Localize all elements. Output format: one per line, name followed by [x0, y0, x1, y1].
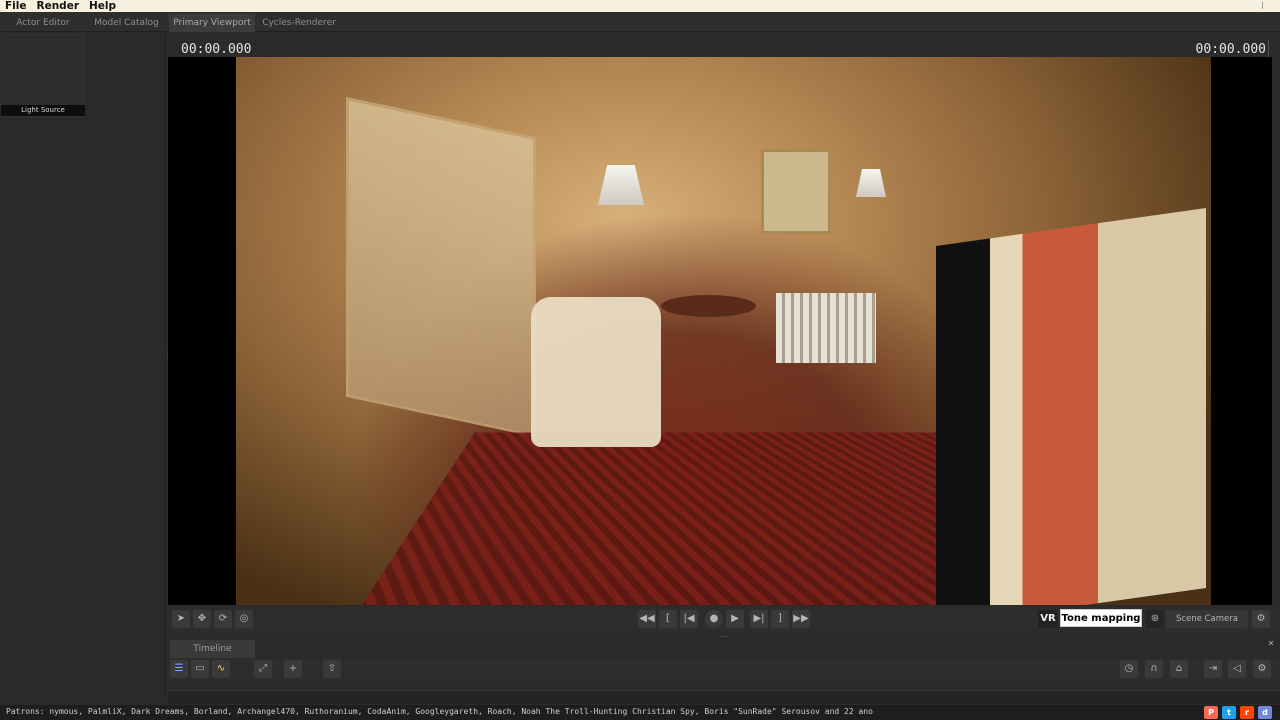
window-control-icon[interactable]: [1262, 2, 1272, 9]
panel-splitter-handle[interactable]: ⋮: [164, 350, 172, 364]
scene-picture-frame: [761, 149, 831, 234]
timeline-key-icon[interactable]: ⤢: [254, 660, 272, 678]
menu-render[interactable]: Render: [32, 0, 85, 12]
orbit-tool-icon[interactable]: ◎: [235, 610, 253, 628]
play-icon[interactable]: ▶: [726, 610, 744, 628]
timeline-tab-bar: Timeline ✕: [168, 638, 1280, 658]
thumbnail-label: Light Source: [1, 105, 85, 116]
viewport-scrollbar[interactable]: [1268, 40, 1276, 58]
timeline-curve-icon[interactable]: ∿: [212, 660, 230, 678]
left-panel: Light Source: [0, 33, 166, 700]
scene-cabinet: [936, 208, 1206, 605]
reddit-icon[interactable]: r: [1240, 706, 1254, 719]
vr-button[interactable]: VR: [1038, 610, 1058, 628]
select-tool-icon[interactable]: ➤: [172, 610, 190, 628]
skip-forward-icon[interactable]: ▶|: [750, 610, 768, 628]
scene-radiator: [776, 293, 876, 363]
exposure-icon[interactable]: ⊛: [1146, 610, 1164, 628]
mark-out-icon[interactable]: ]: [771, 610, 789, 628]
discord-icon[interactable]: d: [1258, 706, 1272, 719]
patreon-icon[interactable]: P: [1204, 706, 1218, 719]
menu-file[interactable]: File: [0, 0, 32, 12]
skip-back-icon[interactable]: |◀: [680, 610, 698, 628]
timeline-settings-icon[interactable]: ⚙: [1253, 660, 1271, 678]
menu-bar: File Render Help: [0, 0, 1280, 12]
mark-in-icon[interactable]: [: [659, 610, 677, 628]
timeline-snap-icon[interactable]: ⌂: [1170, 660, 1188, 678]
rotate-tool-icon[interactable]: ⟳: [214, 610, 232, 628]
scene-door: [346, 96, 536, 438]
timeline-goto-end-icon[interactable]: ⇥: [1204, 660, 1222, 678]
scene-covered-chair: [531, 297, 661, 447]
timeline-camera-icon[interactable]: ▭: [191, 660, 209, 678]
timeline-tracks-icon[interactable]: ☰: [170, 660, 188, 678]
viewport-settings-icon[interactable]: ⚙: [1252, 610, 1270, 628]
tab-model-catalog[interactable]: Model Catalog: [90, 14, 163, 32]
timeline-add-icon[interactable]: +: [284, 660, 302, 678]
timeline-close-icon[interactable]: ✕: [1266, 639, 1276, 649]
viewport-render-image[interactable]: [236, 57, 1211, 605]
status-bar: Patrons: nymous, PalmliX, Dark Dreams, B…: [0, 705, 1280, 720]
primary-viewport[interactable]: [168, 57, 1272, 605]
scene-wall-lamp-right: [856, 169, 886, 197]
timeline-clock-icon[interactable]: ◷: [1120, 660, 1138, 678]
scene-side-table: [661, 295, 756, 317]
record-icon[interactable]: ●: [705, 610, 723, 628]
rewind-icon[interactable]: ◀◀: [638, 610, 656, 628]
menu-help[interactable]: Help: [84, 0, 121, 12]
tab-primary-viewport[interactable]: Primary Viewport: [169, 14, 255, 32]
viewport-toolbar: ➤ ✥ ⟳ ◎ ◀◀ [ |◀ ● ▶ ▶| ] ▶▶ VR Tone mapp…: [168, 607, 1280, 631]
timeline-toolbar: ☰ ▭ ∿ ⤢ + ⇧ ◷ ∩ ⌂ ⇥ ◁ ⚙: [168, 658, 1280, 680]
camera-select[interactable]: Scene Camera: [1166, 610, 1248, 628]
timecode-right: 00:00.000: [1195, 42, 1266, 57]
twitter-icon[interactable]: t: [1222, 706, 1236, 719]
tone-mapping-button[interactable]: Tone mapping: [1060, 609, 1142, 627]
timecode-left: 00:00.000: [181, 42, 252, 57]
move-tool-icon[interactable]: ✥: [193, 610, 211, 628]
patrons-credits-text: Patrons: nymous, PalmliX, Dark Dreams, B…: [6, 707, 873, 716]
fast-forward-icon[interactable]: ▶▶: [792, 610, 810, 628]
tab-timeline[interactable]: Timeline: [170, 640, 255, 658]
timeline-volume-icon[interactable]: ◁: [1228, 660, 1246, 678]
viewport-header: 00:00.000 00:00.000: [168, 40, 1280, 58]
panel-tab-bar: Actor Editor Model Catalog Primary Viewp…: [0, 12, 1280, 32]
timeline-export-icon[interactable]: ⇧: [323, 660, 341, 678]
tab-actor-editor[interactable]: Actor Editor: [2, 14, 84, 32]
timeline-magnet-icon[interactable]: ∩: [1145, 660, 1163, 678]
scene-wall-lamp-left: [598, 165, 644, 205]
timeline-track[interactable]: [168, 690, 1280, 704]
tab-cycles-renderer[interactable]: Cycles-Renderer: [258, 14, 340, 32]
